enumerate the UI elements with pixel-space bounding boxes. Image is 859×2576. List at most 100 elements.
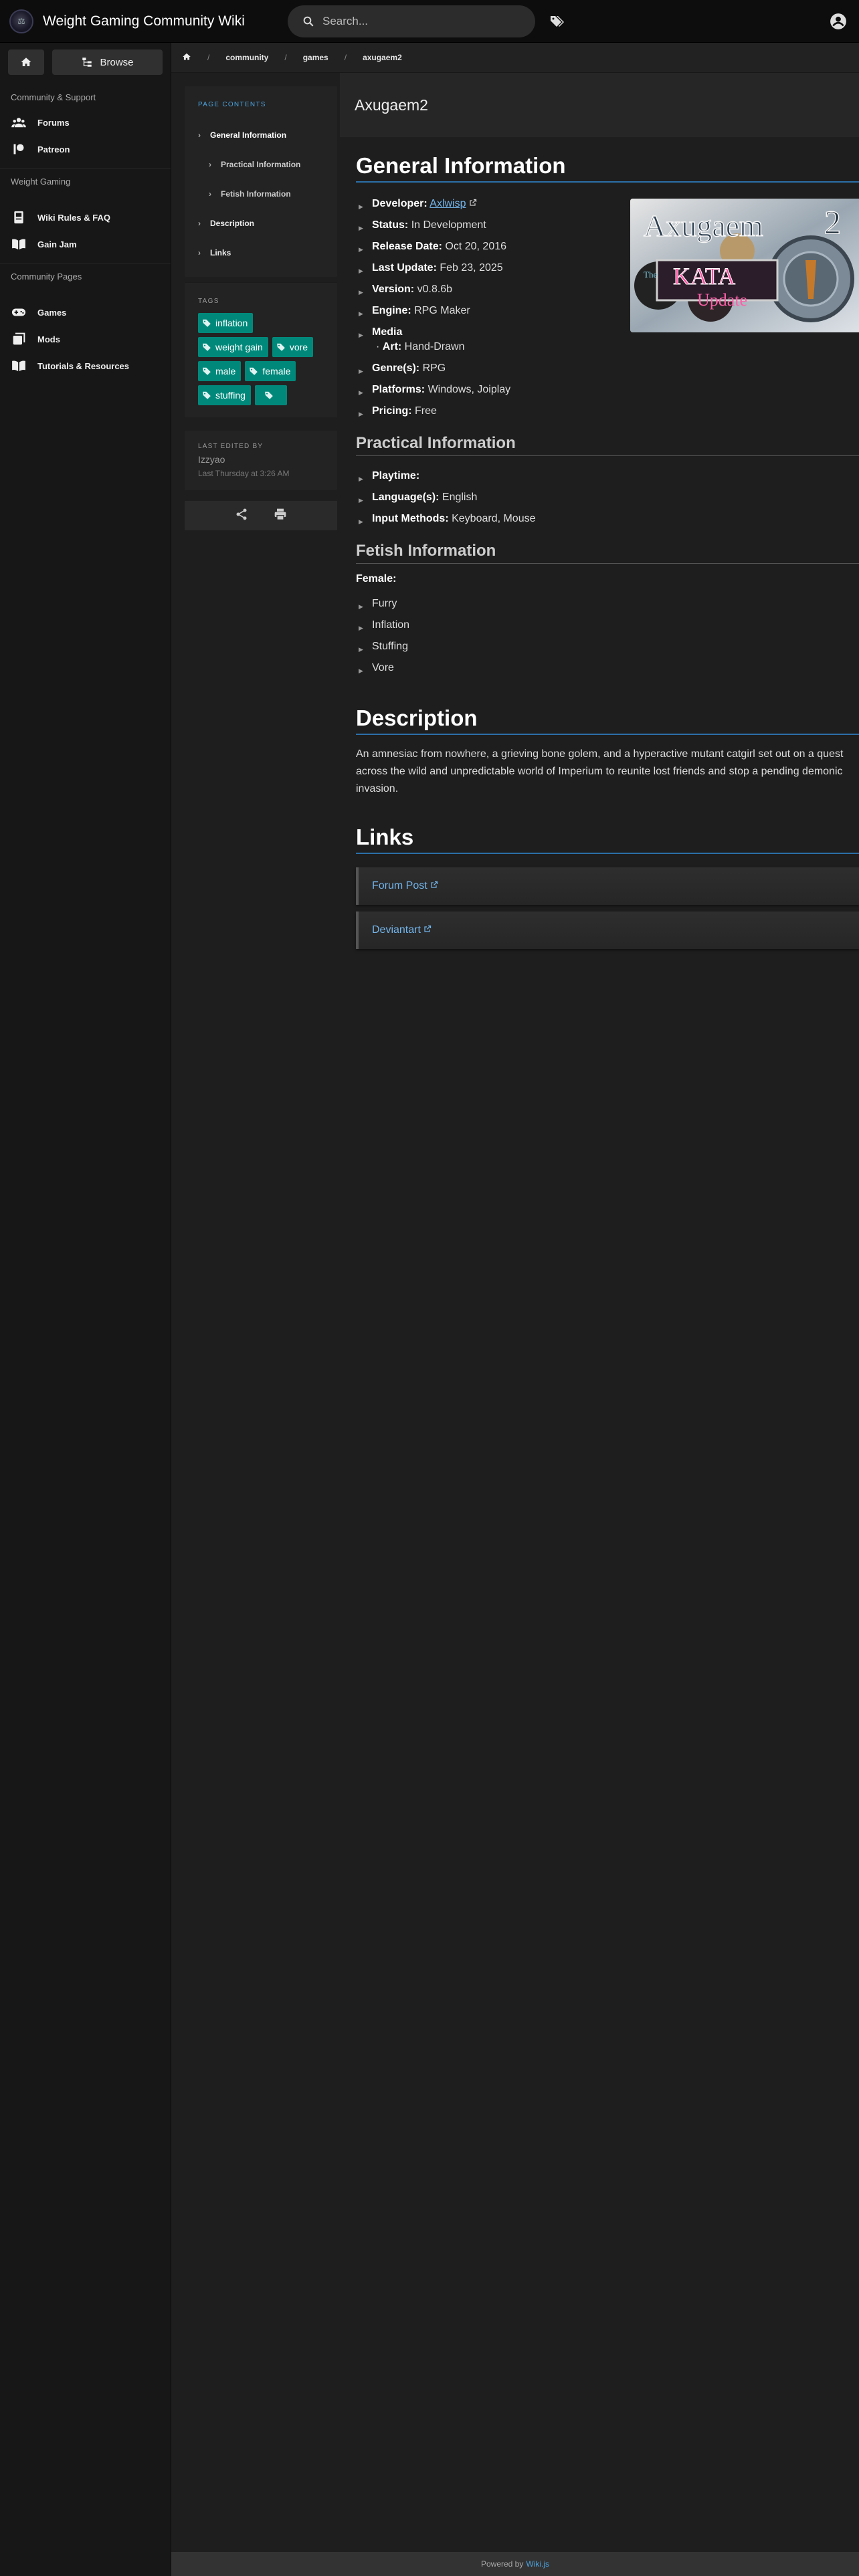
sidebar-item-mods[interactable]: Mods [0, 326, 171, 352]
tree-icon [82, 58, 92, 67]
search-placeholder: Search... [322, 15, 369, 27]
book-icon [11, 211, 27, 224]
prop-label: Status: [372, 219, 409, 231]
last-edited-panel: LAST EDITED BY Izzyao Last Thursday at 3… [185, 431, 337, 490]
female-label: Female: [356, 573, 397, 584]
sidebar-item-wiki-rules[interactable]: Wiki Rules & FAQ [0, 204, 171, 231]
sidebar: Browse Community & Support Forums Patreo… [0, 43, 171, 2576]
tag-chip[interactable]: female [245, 361, 296, 381]
toc-label: Description [210, 219, 255, 228]
link-deviantart[interactable]: Deviantart [356, 911, 859, 949]
prop-value: v0.8.6b [417, 284, 453, 295]
external-link-icon[interactable] [469, 198, 477, 209]
breadcrumb-item-current: axugaem2 [363, 53, 402, 62]
sidebar-item-patreon[interactable]: Patreon [0, 136, 171, 163]
tag-label: vore [289, 342, 308, 352]
prop-label: Input Methods: [372, 513, 449, 524]
search-input[interactable]: Search... [288, 5, 535, 37]
tag-icon [203, 391, 211, 399]
chevron-right-icon: › [209, 189, 211, 199]
print-icon[interactable] [274, 508, 287, 524]
account-circle-icon[interactable] [830, 13, 847, 33]
sidebar-item-label: Games [37, 307, 67, 318]
tag-icon [203, 367, 211, 375]
tag-chip[interactable]: weight gain [198, 337, 268, 357]
browse-button[interactable]: Browse [52, 49, 163, 75]
prop-label: Last Update: [372, 262, 437, 274]
link-forum-post[interactable]: Forum Post [356, 867, 859, 905]
sidebar-item-gain-jam[interactable]: Gain Jam [0, 231, 171, 257]
page-title: Axugaem2 [340, 73, 859, 137]
prop-value: Oct 20, 2016 [445, 241, 507, 252]
toc-item-general-information[interactable]: › General Information [185, 120, 337, 150]
site-title[interactable]: Weight Gaming Community Wiki [43, 13, 245, 29]
tag-icon [250, 367, 258, 375]
chevron-right-icon: › [198, 219, 201, 228]
fetish-item: Inflation [356, 615, 859, 636]
prop-label: Pricing: [372, 405, 412, 417]
page-actions [185, 501, 337, 530]
prop-value: Hand-Drawn [404, 341, 465, 352]
developer-link[interactable]: Axlwisp [430, 198, 466, 209]
prop-value: Keyboard, Mouse [452, 513, 536, 524]
prop-platforms: Platforms: Windows, Joiplay [356, 379, 859, 401]
breadcrumb-item-games[interactable]: games [303, 53, 328, 62]
sidebar-item-games[interactable]: Games [0, 299, 171, 326]
prop-last-update: Last Update: Feb 23, 2025 [356, 257, 859, 279]
tags-icon[interactable] [549, 13, 565, 33]
toc-item-practical-information[interactable]: › Practical Information [185, 150, 337, 179]
share-icon[interactable] [235, 508, 248, 524]
sidebar-item-label: Forums [37, 117, 70, 128]
sidebar-item-forums[interactable]: Forums [0, 109, 171, 136]
prop-label: Media [372, 326, 403, 338]
sidebar-item-tutorials[interactable]: Tutorials & Resources [0, 352, 171, 379]
prop-value: RPG Maker [414, 305, 470, 316]
toc-item-links[interactable]: › Links [185, 238, 337, 267]
external-link-icon [423, 924, 432, 936]
general-info-list: Developer: Axlwisp Status: In Developmen… [356, 193, 859, 422]
tag-chip[interactable]: inflation [198, 313, 254, 333]
gamepad-icon [11, 307, 27, 318]
breadcrumb: / community / games / axugaem2 [171, 43, 859, 73]
page-sidebar: PAGE CONTENTS › General Information › Prac… [185, 86, 337, 530]
browse-label: Browse [100, 56, 134, 68]
link-label: Deviantart [372, 924, 421, 936]
prop-label: Language(s): [372, 492, 440, 503]
prop-input-methods: Input Methods: Keyboard, Mouse [356, 508, 859, 530]
tag-label: female [262, 366, 291, 377]
toc-item-description[interactable]: › Description [185, 209, 337, 238]
toc-label: Fetish Information [221, 189, 291, 199]
prop-label: Release Date: [372, 241, 442, 252]
tag-label: weight gain [215, 342, 263, 352]
tag-chip[interactable]: stuffing [198, 385, 251, 405]
toc-item-fetish-information[interactable]: › Fetish Information [185, 179, 337, 209]
heading-general-information: General Information [356, 153, 859, 183]
prop-label: Developer: [372, 198, 427, 209]
home-icon[interactable] [182, 52, 191, 64]
tag-icon [276, 343, 285, 351]
heading-fetish-information: Fetish Information [356, 542, 859, 564]
footer: Powered by Wiki.js [171, 2552, 859, 2576]
mods-icon [11, 332, 27, 346]
toc-label: Practical Information [221, 160, 301, 169]
fetish-item: Stuffing [356, 636, 859, 657]
site-logo[interactable]: ⚖ [9, 9, 33, 33]
tag-label: male [215, 366, 236, 377]
tag-chip[interactable]: vore [272, 337, 314, 357]
home-button[interactable] [8, 49, 44, 75]
chevron-right-icon: › [209, 160, 211, 169]
tag-chip[interactable]: male [198, 361, 242, 381]
toc-label: General Information [210, 130, 287, 140]
prop-release-date: Release Date: Oct 20, 2016 [356, 236, 859, 257]
tag-chip[interactable] [254, 385, 287, 405]
wikijs-link[interactable]: Wiki.js [526, 2559, 549, 2569]
breadcrumb-item-community[interactable]: community [225, 53, 268, 62]
chevron-right-icon: › [198, 130, 201, 140]
tag-icon [203, 319, 211, 327]
tag-icon [265, 391, 273, 399]
sidebar-header-community-pages: Community Pages [11, 272, 82, 282]
breadcrumb-separator: / [344, 53, 347, 62]
patreon-icon [11, 143, 27, 155]
fetish-list: Furry Inflation Stuffing Vore [356, 593, 859, 679]
breadcrumb-separator: / [284, 53, 287, 62]
